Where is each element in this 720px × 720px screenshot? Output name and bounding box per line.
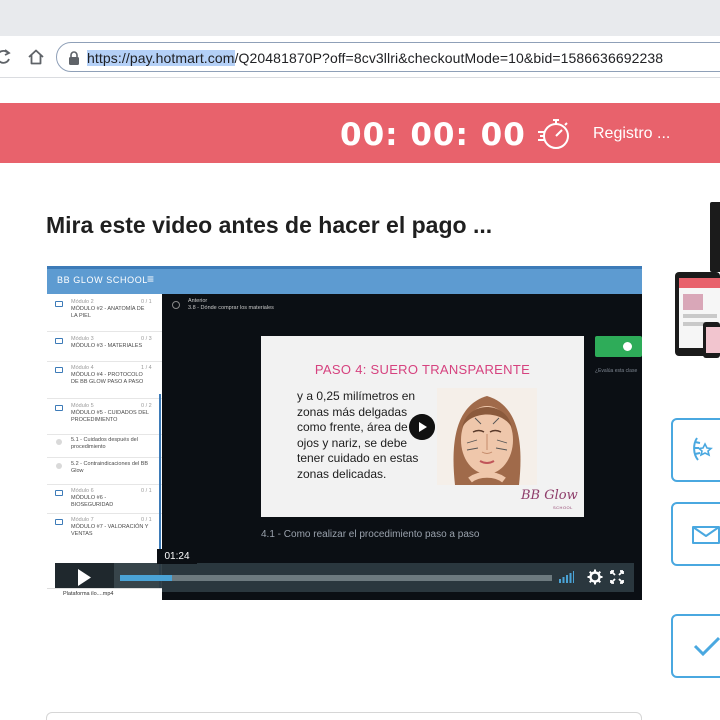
module-title: MÓDULO #4 - PROTOCOLO DE BB GLOW PASO A … — [71, 372, 144, 385]
module-label: Módulo 4 — [71, 365, 94, 371]
lesson-title: 5.2 - Contraindicaciones del BB Glow — [71, 461, 149, 474]
previous-lesson: Anterior 3.8 - Dónde comprar los materia… — [188, 298, 274, 312]
module-label: Módulo 3 — [71, 336, 94, 342]
center-play-icon[interactable] — [409, 414, 435, 440]
progress-fill — [120, 575, 172, 581]
email-button[interactable] — [671, 502, 720, 566]
previous-lesson-title: 3.8 - Dónde comprar los materiales — [188, 305, 274, 311]
folder-icon — [55, 405, 63, 411]
stopwatch-icon — [538, 119, 569, 149]
download-file-name: Plataforma ilo....mp4 — [63, 591, 114, 597]
envelope-icon — [692, 526, 720, 544]
divider — [47, 361, 162, 362]
fullscreen-icon[interactable] — [609, 569, 625, 585]
home-icon[interactable] — [26, 47, 46, 67]
devices-mockup-image — [675, 202, 720, 358]
download-bar: Plataforma ilo....mp4 — [47, 588, 162, 600]
circle-icon — [56, 463, 62, 469]
module-label: Módulo 7 — [71, 517, 94, 523]
divider — [47, 513, 162, 514]
module-count: 0 / 1 — [141, 299, 152, 305]
confirm-button[interactable] — [671, 614, 720, 678]
divider — [47, 398, 162, 399]
previous-lesson-icon — [172, 301, 180, 309]
slide-title: PASO 4: SUERO TRANSPARENTE — [314, 362, 531, 377]
module-label: Módulo 6 — [71, 488, 94, 494]
folder-icon — [55, 490, 63, 496]
check-icon — [693, 636, 720, 657]
module-title: MÓDULO #6 - BIOSEGURIDAD — [71, 495, 114, 508]
module-title: MÓDULO #3 - MATERIALES — [71, 343, 143, 349]
browser-toolbar: https://pay.hotmart.com/Q20481870P?off=8… — [0, 36, 720, 78]
check-icon — [623, 342, 632, 351]
bb-glow-logo-sub: SCHOOL — [553, 505, 573, 510]
course-menu-icon: ≡ — [147, 272, 155, 286]
course-topbar: BB GLOW SCHOOL ≡ — [47, 266, 642, 294]
complete-lesson-button — [595, 336, 642, 357]
module-count: 0 / 1 — [141, 488, 152, 494]
divider — [47, 434, 162, 435]
rate-lesson-text: ¿Evalúa esta clase — [595, 368, 638, 374]
page-headline: Mira este video antes de hacer el pago .… — [46, 212, 493, 238]
url-rest: /Q20481870P?off=8cv3llri&checkoutMode=10… — [234, 50, 664, 66]
bb-glow-logo: BB Glow — [521, 488, 578, 503]
settings-gear-icon[interactable] — [587, 569, 603, 585]
checkout-card — [46, 712, 642, 720]
module-count: 0 / 1 — [141, 517, 152, 523]
page: https://pay.hotmart.com/Q20481870P?off=8… — [0, 0, 720, 720]
folder-icon — [55, 301, 63, 307]
divider — [47, 484, 162, 485]
video-player[interactable]: BB GLOW SCHOOL ≡ Módulo 2 MÓDULO #2 - ANA… — [47, 266, 642, 600]
reload-icon[interactable] — [0, 47, 14, 67]
folder-icon — [55, 367, 63, 373]
module-count: 0 / 2 — [141, 403, 152, 409]
current-time: 01:24 — [157, 549, 197, 564]
folder-icon — [55, 519, 63, 525]
module-label: Módulo 5 — [71, 403, 94, 409]
module-title: MÓDULO #2 - ANATOMÍA DE LA PIEL — [71, 306, 145, 319]
url-selected: https://pay.hotmart.com — [87, 50, 235, 66]
previous-label: Anterior — [188, 298, 208, 304]
module-label: Módulo 2 — [71, 299, 94, 305]
circle-icon — [56, 439, 62, 445]
course-brand: BB GLOW SCHOOL — [57, 275, 148, 285]
lesson-title: 5.1 - Cuidados después del procedimiento — [71, 437, 138, 450]
browser-tab-strip — [0, 0, 720, 36]
lesson-title: 4.1 - Como realizar el procedimiento pas… — [261, 529, 480, 540]
divider — [47, 457, 162, 458]
award-button[interactable] — [671, 418, 720, 482]
address-bar[interactable]: https://pay.hotmart.com/Q20481870P?off=8… — [56, 42, 720, 72]
progress-track[interactable] — [120, 575, 552, 581]
module-title: MÓDULO #7 - VALORACIÓN Y VENTAS — [71, 524, 149, 537]
register-link[interactable]: Registro ... — [593, 125, 670, 143]
face-illustration — [437, 388, 537, 485]
url-text[interactable]: https://pay.hotmart.com/Q20481870P?off=8… — [87, 50, 663, 66]
module-title: MÓDULO #5 - CUIDADOS DEL PROCEDIMIENTO — [71, 410, 149, 423]
volume-icon[interactable] — [558, 569, 574, 585]
module-count: 1 / 4 — [141, 365, 152, 371]
divider — [47, 331, 162, 332]
countdown-timer: 00: 00: 00 — [340, 117, 526, 153]
laurel-icon — [693, 437, 713, 461]
lock-icon[interactable] — [67, 50, 81, 66]
module-count: 0 / 3 — [141, 336, 152, 342]
course-sidebar: Módulo 2 MÓDULO #2 - ANATOMÍA DE LA PIEL 0… — [47, 294, 162, 600]
countdown-banner: 00: 00: 00 Registro ... — [0, 103, 720, 163]
folder-icon — [55, 338, 63, 344]
